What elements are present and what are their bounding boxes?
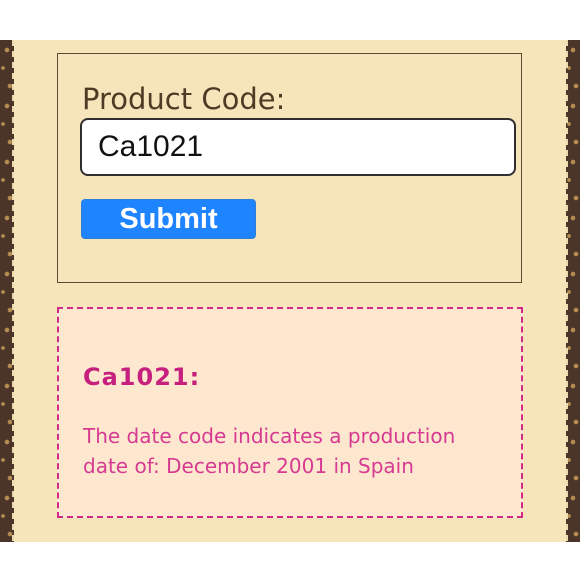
left-monogram-border — [0, 40, 14, 542]
submit-button[interactable]: Submit — [81, 199, 256, 239]
product-code-label: Product Code: — [82, 82, 286, 116]
result-message: The date code indicates a production dat… — [83, 424, 456, 478]
result-box: Ca1021: The date code indicates a produc… — [57, 307, 523, 518]
right-stitch-line — [566, 40, 568, 542]
result-code-heading: Ca1021: — [83, 363, 201, 391]
product-code-input[interactable] — [80, 118, 516, 176]
main-panel: Product Code: Submit Ca1021: The date co… — [14, 40, 566, 542]
product-code-form: Product Code: Submit — [57, 53, 522, 283]
right-monogram-border — [566, 40, 580, 542]
